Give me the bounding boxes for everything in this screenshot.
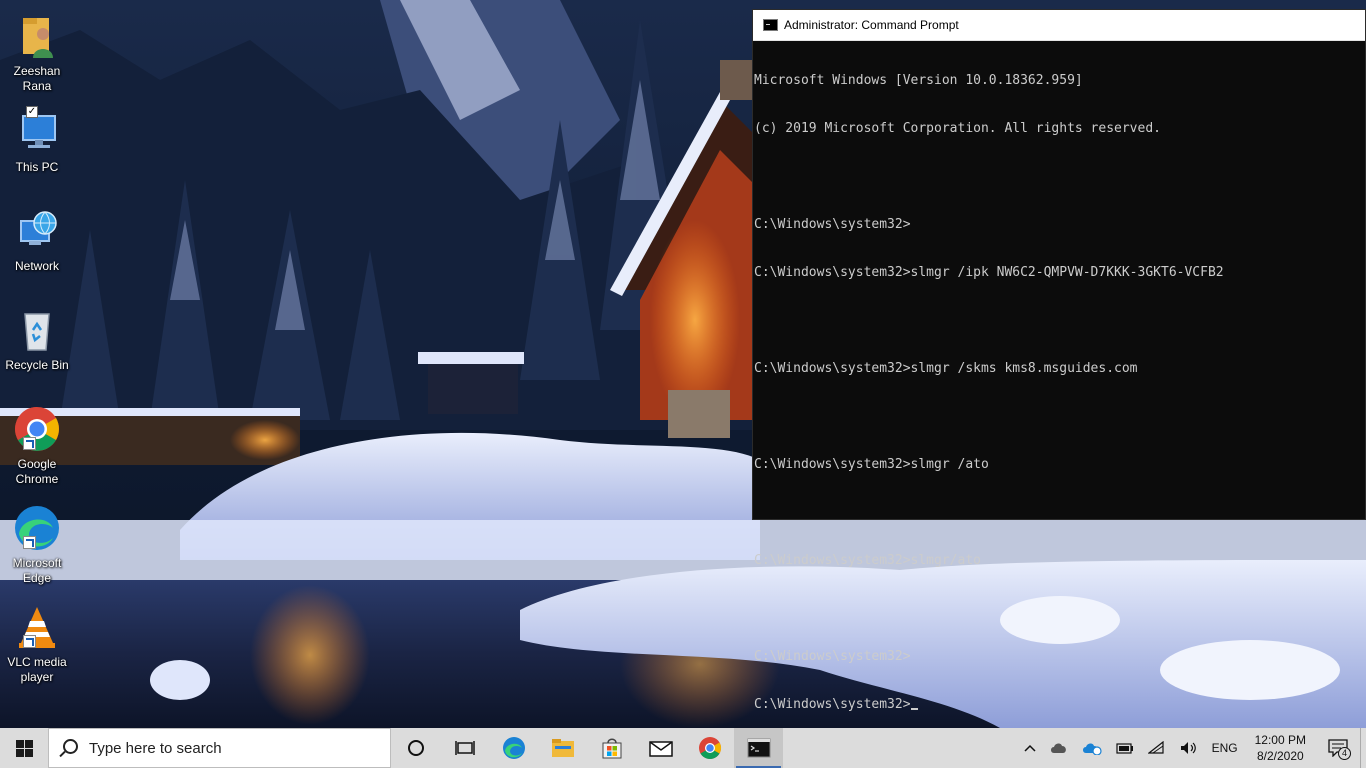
desktop-icon-google-chrome[interactable]: Google Chrome xyxy=(2,401,72,493)
recycle-bin-icon xyxy=(13,306,61,354)
desktop-icon-label: Zeeshan Rana xyxy=(13,64,61,93)
console-output[interactable]: Microsoft Windows [Version 10.0.18362.95… xyxy=(753,41,1365,745)
desktop-icon-label: Recycle Bin xyxy=(5,358,69,372)
notification-count-badge: 4 xyxy=(1338,747,1351,760)
window-titlebar[interactable]: Administrator: Command Prompt xyxy=(753,10,1365,41)
taskbar-mail-button[interactable] xyxy=(636,728,685,768)
desktop-icon-this-pc[interactable]: ✓ This PC xyxy=(2,104,72,196)
shortcut-arrow-icon xyxy=(23,635,36,648)
computer-icon: ✓ xyxy=(13,106,61,156)
text-cursor xyxy=(910,708,918,710)
command-prompt-icon xyxy=(763,19,778,31)
taskbar-edge-button[interactable] xyxy=(489,728,538,768)
chrome-icon xyxy=(698,737,721,759)
console-line: Microsoft Windows [Version 10.0.18362.95… xyxy=(754,73,1083,88)
vlc-icon xyxy=(13,603,61,651)
cloud-sync-icon xyxy=(1082,743,1102,755)
clock-date: 8/2/2020 xyxy=(1256,749,1304,763)
battery-button[interactable] xyxy=(1109,728,1141,768)
clock[interactable]: 12:00 PM 8/2/2020 xyxy=(1245,728,1316,768)
shortcut-arrow-icon xyxy=(23,437,36,450)
cortana-icon xyxy=(407,740,424,756)
command-prompt-icon xyxy=(747,738,770,758)
start-button[interactable] xyxy=(0,728,48,768)
onedrive-sync-button[interactable] xyxy=(1075,728,1109,768)
cortana-button[interactable] xyxy=(391,728,440,768)
search-icon xyxy=(63,738,78,754)
console-line: (c) 2019 Microsoft Corporation. All righ… xyxy=(754,121,1161,136)
command-prompt-window[interactable]: Administrator: Command Prompt Microsoft … xyxy=(752,9,1366,712)
input-language-button[interactable]: ENG xyxy=(1205,728,1245,768)
speaker-icon xyxy=(1180,742,1196,754)
wifi-icon xyxy=(1147,741,1164,754)
console-line: C:\Windows\system32>slmgr /ipk NW6C2-QMP… xyxy=(754,265,1224,280)
task-view-button[interactable] xyxy=(440,728,489,768)
show-hidden-icons-button[interactable] xyxy=(1017,728,1043,768)
taskbar-command-prompt-button[interactable] xyxy=(734,728,783,768)
file-explorer-icon xyxy=(551,739,574,757)
console-prompt: C:\Windows\system32> xyxy=(754,697,911,712)
desktop-icon-vlc[interactable]: VLC media player xyxy=(2,599,72,691)
taskbar-file-explorer-button[interactable] xyxy=(538,728,587,768)
taskbar: Type here to search ENG 12:00 PM 8/2/202… xyxy=(0,728,1366,768)
desktop-icon-label: This PC xyxy=(15,160,59,174)
taskbar-search-box[interactable]: Type here to search xyxy=(48,728,391,768)
show-desktop-button[interactable] xyxy=(1360,728,1366,768)
onedrive-icon xyxy=(1050,743,1066,753)
network-icon xyxy=(13,207,61,255)
chrome-icon xyxy=(13,405,61,453)
user-folder-icon xyxy=(13,12,61,60)
edge-icon xyxy=(13,504,61,552)
volume-button[interactable] xyxy=(1173,728,1205,768)
edge-icon xyxy=(502,737,525,759)
chevron-up-icon xyxy=(1024,744,1036,752)
console-line: C:\Windows\system32>slmgr /ato xyxy=(754,457,989,472)
battery-icon xyxy=(1116,743,1133,754)
desktop-icon-microsoft-edge[interactable]: Microsoft Edge xyxy=(2,500,72,592)
desktop-icon-label: Network xyxy=(14,259,59,273)
desktop-icon-label: VLC media player xyxy=(7,655,67,684)
desktop-icon-network[interactable]: Network xyxy=(2,203,72,295)
selection-checkbox[interactable]: ✓ xyxy=(26,106,38,118)
console-line: C:\Windows\system32> xyxy=(754,649,911,664)
taskbar-store-button[interactable] xyxy=(587,728,636,768)
desktop-icon-recycle-bin[interactable]: Recycle Bin xyxy=(2,302,72,394)
windows-logo-icon xyxy=(15,739,33,757)
action-center-button[interactable]: 4 xyxy=(1316,728,1360,768)
taskbar-chrome-button[interactable] xyxy=(685,728,734,768)
onedrive-button[interactable] xyxy=(1043,728,1075,768)
task-view-icon xyxy=(454,741,475,755)
search-placeholder: Type here to search xyxy=(89,739,222,757)
desktop-icon-label: Google Chrome xyxy=(15,457,59,486)
console-line: C:\Windows\system32>slmgr /skms kms8.msg… xyxy=(754,361,1138,376)
desktop-icon-label: Microsoft Edge xyxy=(12,556,62,585)
console-line: C:\Windows\system32>slmgr/ato xyxy=(754,553,981,568)
desktop-icon-user-folder[interactable]: Zeeshan Rana xyxy=(2,8,72,100)
console-line: C:\Windows\system32> xyxy=(754,217,911,232)
system-tray: ENG 12:00 PM 8/2/2020 4 xyxy=(1017,728,1366,768)
mail-icon xyxy=(648,741,673,757)
console-prompt-line[interactable]: C:\Windows\system32> xyxy=(754,697,1364,713)
network-status-button[interactable] xyxy=(1141,728,1173,768)
window-title: Administrator: Command Prompt xyxy=(784,18,959,32)
shortcut-arrow-icon xyxy=(23,536,36,549)
clock-time: 12:00 PM xyxy=(1254,733,1306,747)
microsoft-store-icon xyxy=(602,738,621,759)
